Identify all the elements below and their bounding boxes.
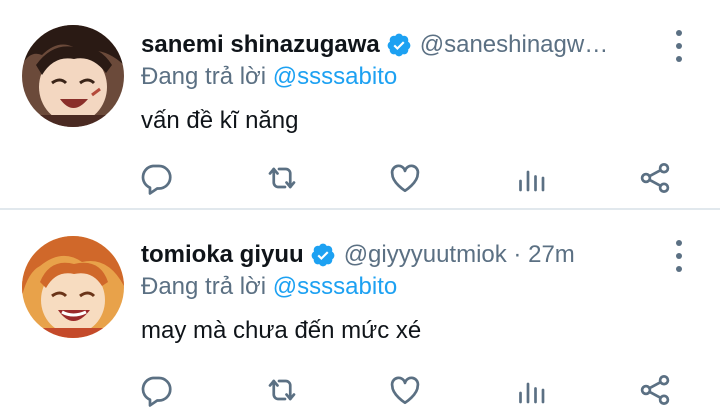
verified-badge-icon (311, 243, 335, 267)
replying-label: Đang trả lời (141, 273, 273, 300)
display-name[interactable]: sanemi shinazugawa (141, 28, 380, 62)
display-name[interactable]: tomioka giyuu (141, 238, 304, 272)
tweet[interactable]: sanemi shinazugawa @saneshinagw… Đang tr… (0, 0, 720, 208)
retweet-icon[interactable] (264, 160, 300, 196)
avatar[interactable] (22, 236, 124, 338)
reply-icon[interactable] (138, 160, 174, 196)
tweet-text: may mà chưa đến mức xé (141, 317, 422, 344)
tweet-text: vấn đề kĩ năng (141, 107, 299, 134)
replying-to: Đang trả lời @ssssabito (141, 270, 397, 304)
more-vertical-icon[interactable] (674, 30, 684, 62)
analytics-icon[interactable] (513, 372, 549, 408)
mention-link[interactable]: @ssssabito (273, 63, 397, 90)
replying-label: Đang trả lời (141, 63, 273, 90)
heart-icon[interactable] (387, 372, 423, 408)
verified-badge-icon (387, 33, 411, 57)
tweet-header: sanemi shinazugawa @saneshinagw… (141, 28, 640, 62)
tweet-actions (0, 372, 720, 412)
more-vertical-icon[interactable] (674, 240, 684, 272)
user-handle[interactable]: @saneshinagw… (420, 28, 608, 62)
replying-to: Đang trả lời @ssssabito (141, 60, 397, 94)
heart-icon[interactable] (387, 160, 423, 196)
user-handle[interactable]: @giyyyuutmiok · 27m (344, 238, 575, 272)
analytics-icon[interactable] (513, 160, 549, 196)
avatar[interactable] (22, 25, 124, 127)
mention-link[interactable]: @ssssabito (273, 273, 397, 300)
reply-icon[interactable] (138, 372, 174, 408)
share-icon[interactable] (637, 372, 673, 408)
share-icon[interactable] (637, 160, 673, 196)
tweet[interactable]: tomioka giyuu @giyyyuutmiok · 27m Đang t… (0, 210, 720, 418)
tweet-header: tomioka giyuu @giyyyuutmiok · 27m (141, 238, 640, 272)
retweet-icon[interactable] (264, 372, 300, 408)
tweet-actions (0, 160, 720, 200)
